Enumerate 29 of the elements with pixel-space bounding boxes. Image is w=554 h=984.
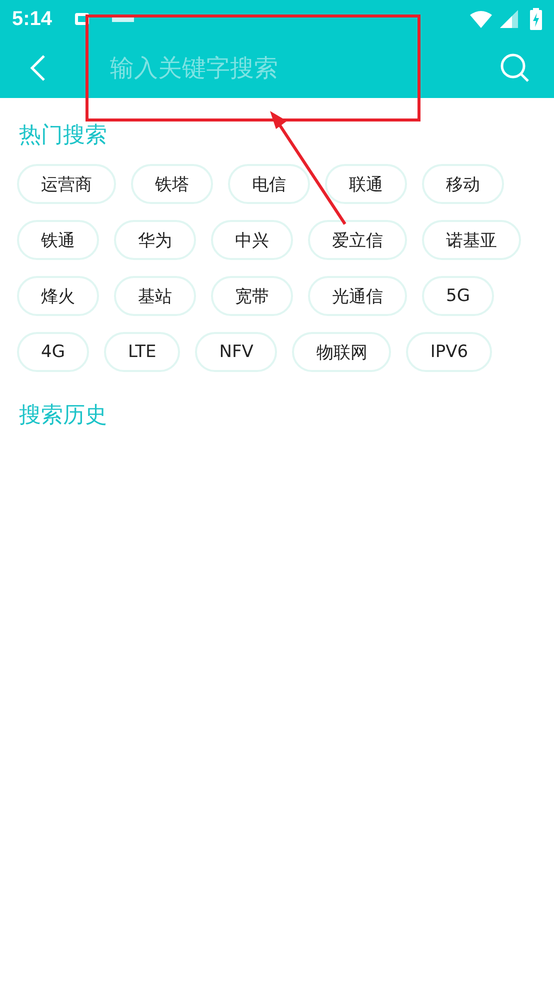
tag-chip[interactable]: 诺基亚: [422, 220, 521, 260]
battery-icon: [530, 8, 542, 30]
tag-chip[interactable]: 铁塔: [131, 164, 213, 204]
search-field[interactable]: 输入关键字搜索: [108, 53, 500, 83]
section-title: 热门搜索: [18, 122, 108, 150]
tag-chip[interactable]: 物联网: [292, 332, 392, 372]
tag-chip[interactable]: 烽火: [17, 276, 99, 316]
tag-chip[interactable]: 5G: [422, 276, 494, 316]
back-icon[interactable]: [30, 54, 46, 82]
tag-chip[interactable]: 华为: [114, 220, 196, 260]
tag-chip[interactable]: 4G: [17, 332, 89, 372]
status-time: 5:14: [12, 8, 52, 30]
tag-chip[interactable]: LTE: [104, 332, 180, 372]
tag-chip[interactable]: 联通: [325, 164, 407, 204]
section-title: 搜索历史: [18, 402, 108, 430]
search-icon[interactable]: [500, 53, 530, 83]
tag-chip[interactable]: 爱立信: [308, 220, 407, 260]
tag-chip[interactable]: 移动: [422, 164, 504, 204]
tag-chip[interactable]: 电信: [228, 164, 310, 204]
tag-chip[interactable]: 光通信: [308, 276, 407, 316]
wifi-icon: [470, 10, 492, 28]
tag-chip[interactable]: NFV: [195, 332, 278, 372]
tag-chip[interactable]: 铁通: [17, 220, 99, 260]
tag-chip[interactable]: 宽带: [211, 276, 293, 316]
tag-chip[interactable]: 中兴: [211, 220, 293, 260]
signal-icon: [500, 10, 518, 28]
tag-chip[interactable]: 基站: [114, 276, 196, 316]
tag-chip[interactable]: IPV6: [406, 332, 492, 372]
tag-chip[interactable]: 运营商: [17, 164, 116, 204]
